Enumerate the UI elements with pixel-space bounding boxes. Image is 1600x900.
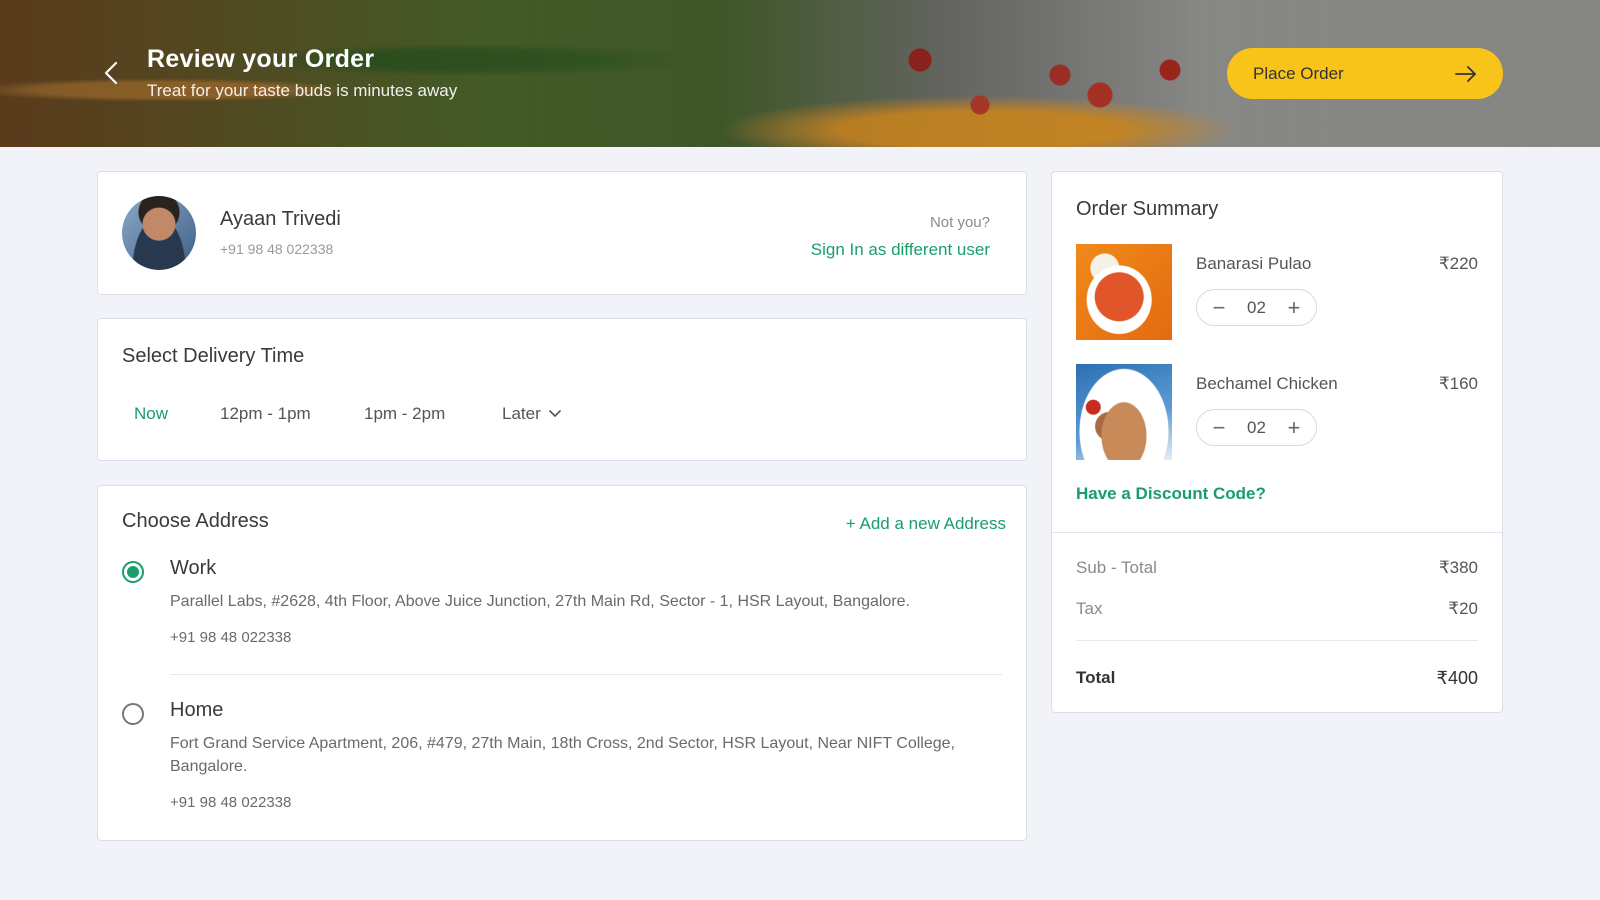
delivery-option-1pm-2pm[interactable]: 1pm - 2pm: [364, 404, 445, 424]
quantity-value: 02: [1247, 297, 1266, 317]
avatar: [122, 196, 196, 270]
summary-divider: [1052, 532, 1502, 533]
delivery-option-now[interactable]: Now: [134, 404, 168, 424]
item-price: ₹220: [1438, 254, 1478, 273]
total-label: Total: [1076, 668, 1116, 687]
quantity-stepper: − 02 +: [1196, 289, 1317, 326]
back-arrow-icon: [104, 61, 118, 85]
address-type-home: Home: [170, 699, 224, 721]
user-card: Ayaan Trivedi +91 98 48 022338 Not you? …: [97, 171, 1027, 295]
not-you-text: Not you?: [929, 214, 990, 231]
item-name: Banarasi Pulao: [1196, 254, 1312, 273]
address-divider: [170, 674, 1002, 675]
add-new-address-link[interactable]: + Add a new Address: [846, 514, 1006, 534]
tax-value: ₹20: [1448, 599, 1478, 618]
increase-quantity-button[interactable]: +: [1284, 296, 1304, 318]
user-phone: +91 98 48 022338: [220, 241, 334, 257]
delivery-time-title: Select Delivery Time: [122, 345, 305, 367]
address-title: Choose Address: [122, 510, 269, 532]
address-phone-home: +91 98 48 022338: [170, 794, 292, 811]
address-radio-work[interactable]: [122, 561, 144, 583]
decrease-quantity-button[interactable]: −: [1209, 416, 1229, 438]
quantity-value: 02: [1247, 417, 1266, 437]
page-title: Review your Order: [147, 45, 375, 73]
increase-quantity-button[interactable]: +: [1284, 416, 1304, 438]
item-image-banarasi-pulao: [1076, 244, 1172, 340]
address-text-home: Fort Grand Service Apartment, 206, #479,…: [170, 735, 955, 775]
delivery-option-later[interactable]: Later: [502, 404, 561, 424]
total-value: ₹400: [1436, 668, 1478, 688]
address-phone-work: +91 98 48 022338: [170, 629, 292, 646]
address-text-work: Parallel Labs, #2628, 4th Floor, Above J…: [170, 593, 910, 610]
order-summary-card: Order Summary Banarasi Pulao ₹220 − 02 +…: [1051, 171, 1503, 713]
place-order-label: Place Order: [1253, 63, 1344, 83]
item-image-bechamel-chicken: [1076, 364, 1172, 460]
total-divider: [1076, 640, 1478, 641]
quantity-stepper: − 02 +: [1196, 409, 1317, 446]
place-order-button[interactable]: Place Order: [1227, 48, 1503, 99]
delivery-option-12pm-1pm[interactable]: 12pm - 1pm: [220, 404, 311, 424]
tax-label: Tax: [1076, 599, 1103, 618]
chevron-down-icon: [548, 410, 561, 417]
order-summary-title: Order Summary: [1076, 198, 1219, 220]
address-type-work: Work: [170, 557, 217, 579]
item-name: Bechamel Chicken: [1196, 374, 1338, 393]
decrease-quantity-button[interactable]: −: [1209, 296, 1229, 318]
header-banner: Review your Order Treat for your taste b…: [0, 0, 1600, 147]
user-name: Ayaan Trivedi: [220, 208, 341, 230]
back-button[interactable]: [100, 60, 122, 86]
later-label: Later: [502, 404, 541, 423]
delivery-time-card: Select Delivery Time Now 12pm - 1pm 1pm …: [97, 318, 1027, 461]
item-price: ₹160: [1438, 374, 1478, 393]
address-card: Choose Address + Add a new Address Work …: [97, 485, 1027, 841]
address-radio-home[interactable]: [122, 703, 144, 725]
page-subtitle: Treat for your taste buds is minutes awa…: [147, 81, 458, 100]
subtotal-value: ₹380: [1438, 558, 1478, 577]
sign-in-different-user-link[interactable]: Sign In as different user: [811, 240, 990, 260]
arrow-right-icon: [1455, 65, 1476, 82]
discount-code-link[interactable]: Have a Discount Code?: [1076, 484, 1266, 504]
subtotal-label: Sub - Total: [1076, 558, 1157, 577]
